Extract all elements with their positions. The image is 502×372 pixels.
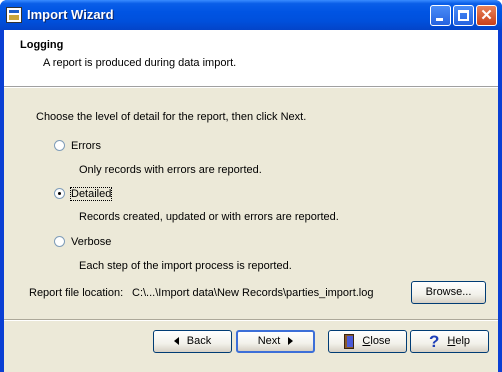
radio-verbose-circle[interactable]	[54, 236, 65, 247]
header-divider	[4, 87, 498, 88]
import-wizard-window: Import Wizard ✕ Logging A report is prod…	[0, 0, 502, 372]
radio-errors-label[interactable]: Errors	[71, 140, 101, 152]
help-button-label: elp	[455, 335, 471, 347]
back-button-label: Back	[186, 335, 212, 347]
report-location-label: Report file location:	[29, 287, 124, 299]
window-close-button[interactable]: ✕	[476, 5, 497, 26]
back-button[interactable]: Back	[153, 330, 232, 353]
import-wizard-icon[interactable]	[6, 7, 22, 23]
browse-button[interactable]: Browse...	[411, 281, 486, 304]
verbose-description: Each step of the import process is repor…	[79, 260, 292, 272]
arrow-left-icon	[173, 337, 179, 346]
close-button-label: lose	[370, 335, 391, 347]
question-mark-icon: ?	[428, 331, 440, 351]
page-subtitle: A report is produced during data import.	[43, 57, 237, 69]
next-button-label: Next	[257, 335, 281, 347]
page-title: Logging	[20, 39, 64, 51]
radio-verbose-label[interactable]: Verbose	[71, 236, 111, 248]
radio-detailed-circle[interactable]	[54, 188, 65, 199]
footer-divider-highlight	[4, 320, 498, 321]
next-button[interactable]: Next	[236, 330, 315, 353]
maximize-icon	[458, 10, 469, 21]
help-button[interactable]: ? Help	[410, 330, 489, 353]
window-title: Import Wizard	[27, 7, 114, 22]
report-location-path: C:\...\Import data\New Records\parties_i…	[132, 287, 374, 299]
arrow-right-icon	[288, 337, 294, 346]
close-button[interactable]: Close	[328, 330, 407, 353]
radio-detailed-label[interactable]: Detailed	[69, 187, 113, 201]
maximize-button[interactable]	[453, 5, 474, 26]
instruction-text: Choose the level of detail for the repor…	[36, 111, 307, 123]
wizard-header: Logging A report is produced during data…	[4, 30, 498, 87]
errors-description: Only records with errors are reported.	[79, 164, 262, 176]
minimize-icon	[436, 18, 443, 21]
radio-errors-circle[interactable]	[54, 140, 65, 151]
door-exit-icon	[344, 333, 356, 349]
title-bar[interactable]: Import Wizard ✕	[0, 0, 502, 30]
wizard-body: Logging A report is produced during data…	[4, 30, 498, 372]
detailed-description: Records created, updated or with errors …	[79, 211, 339, 223]
minimize-button[interactable]	[430, 5, 451, 26]
close-icon: ✕	[480, 7, 493, 24]
